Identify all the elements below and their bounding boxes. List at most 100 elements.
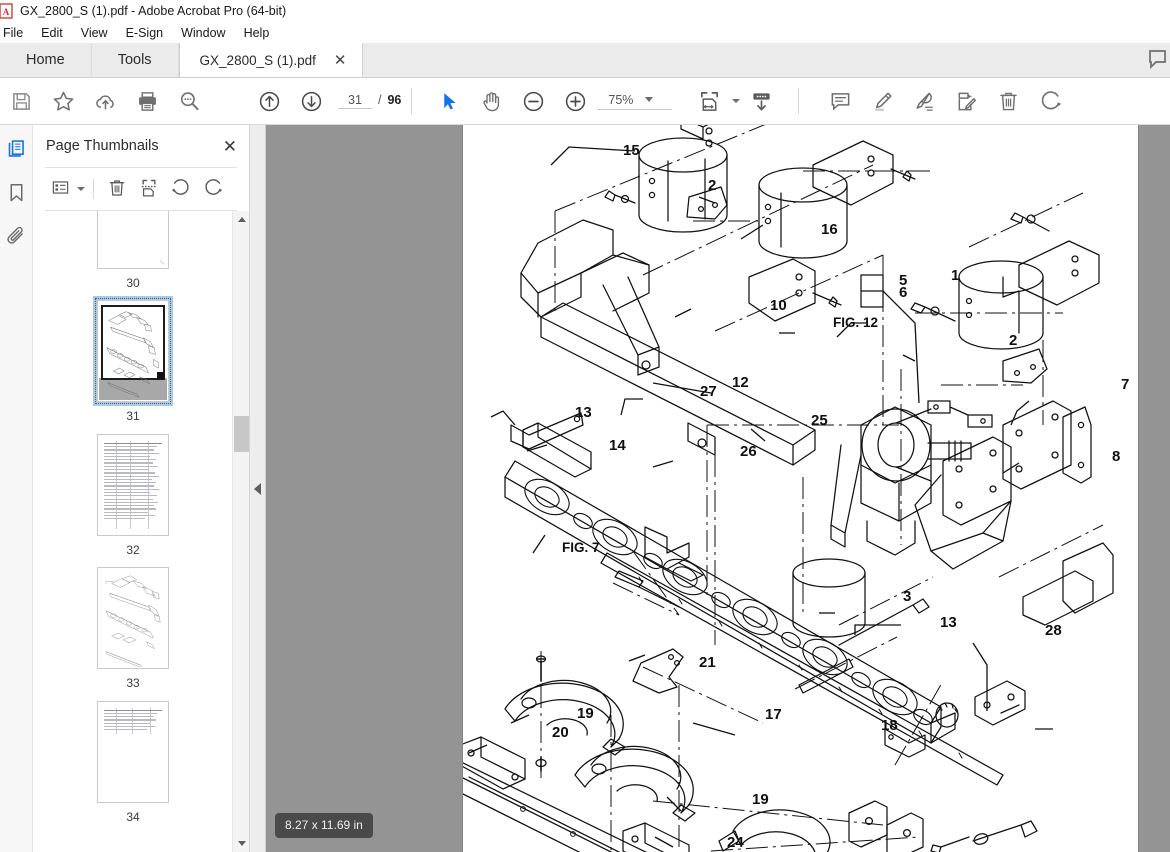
- add-to-favorites-button[interactable]: [42, 81, 84, 121]
- toolbar-separator-1: [411, 88, 413, 114]
- panel-splitter[interactable]: [250, 125, 266, 852]
- rotate-ccw-icon: [171, 178, 191, 201]
- list-item[interactable]: 31: [93, 296, 173, 423]
- paperclip-icon: [6, 226, 27, 250]
- zoom-in-button[interactable]: [554, 81, 596, 121]
- list-item[interactable]: 33: [93, 563, 173, 690]
- thumbnail-size-options-button[interactable]: [45, 175, 85, 203]
- svg-text:A: A: [3, 7, 10, 17]
- toolbar-separator-2: [798, 88, 800, 114]
- fit-page-button[interactable]: [688, 81, 741, 121]
- chevron-down-icon: [237, 841, 246, 846]
- previous-page-button[interactable]: [248, 81, 290, 121]
- page-separator: /: [378, 93, 382, 107]
- tab-tools[interactable]: Tools: [92, 43, 179, 77]
- main-toolbar: 31 / 96 75%: [0, 78, 1170, 125]
- scroll-down-button[interactable]: [233, 835, 249, 852]
- rotate-clockwise-button[interactable]: [198, 175, 228, 203]
- page-scroll-down-icon: [750, 90, 773, 113]
- floppy-save-icon: [11, 91, 32, 112]
- save-button[interactable]: [0, 81, 42, 121]
- bookmarks-rail-button[interactable]: [2, 179, 30, 209]
- print-button[interactable]: [126, 81, 168, 121]
- thumbnails-scrollbar[interactable]: [232, 211, 249, 852]
- scroll-mode-button[interactable]: [740, 81, 782, 121]
- callout-number: 6: [899, 284, 907, 301]
- rotate-counterclockwise-button[interactable]: [166, 175, 196, 203]
- plus-circle-icon: [564, 90, 587, 113]
- trash-can-icon: [997, 90, 1020, 113]
- add-comment-button[interactable]: [819, 81, 861, 121]
- figure-reference-label: FIG. 7: [562, 540, 600, 555]
- tab-home[interactable]: Home: [0, 43, 92, 77]
- collapse-panel-icon[interactable]: [254, 482, 261, 495]
- thumbnails-scroll-area[interactable]: 30 31 32 33 34: [33, 211, 249, 852]
- list-item[interactable]: 32: [93, 430, 173, 557]
- comment-panel-icon[interactable]: [1146, 48, 1168, 73]
- list-item[interactable]: 34: [93, 697, 173, 824]
- cloud-upload-icon: [94, 90, 117, 113]
- title-bar: A GX_2800_S (1).pdf - Adobe Acrobat Pro …: [0, 0, 1170, 22]
- chevron-down-icon[interactable]: [645, 97, 654, 102]
- page-number-input[interactable]: 31: [338, 93, 372, 109]
- thumbnail-page-number: 34: [126, 809, 140, 824]
- chevron-down-icon[interactable]: [732, 99, 741, 103]
- highlight-text-button[interactable]: [861, 81, 903, 121]
- document-viewer[interactable]: 15 2 16 1 5 6 2 10 7 12 27 25 8 13 14 26 3 13 28 21 19 17 18 20…: [266, 125, 1170, 852]
- zoom-level-value: 75%: [608, 92, 634, 107]
- select-tool-button[interactable]: [428, 81, 470, 121]
- extract-pages-icon: [139, 178, 159, 201]
- figure-reference-label: FIG. 12: [833, 315, 878, 330]
- hand-tool-button[interactable]: [470, 81, 512, 121]
- delete-pages-button[interactable]: [987, 81, 1029, 121]
- draw-freehand-button[interactable]: [903, 81, 945, 121]
- acrobat-window: A GX_2800_S (1).pdf - Adobe Acrobat Pro …: [0, 0, 1170, 852]
- search-magnifier-icon: [178, 90, 201, 113]
- cursor-arrow-icon: [439, 91, 460, 112]
- menu-help[interactable]: Help: [235, 24, 279, 42]
- page-navigation: 31 / 96: [338, 93, 401, 109]
- thumbnail-frame[interactable]: [93, 563, 173, 673]
- chevron-down-icon[interactable]: [77, 187, 85, 191]
- thumbnail-frame[interactable]: [93, 697, 173, 807]
- delete-page-button[interactable]: [102, 175, 132, 203]
- callout-labels: 15216156210712272581314 26313 282119 171820…: [552, 142, 1129, 851]
- menu-edit[interactable]: Edit: [32, 24, 72, 42]
- search-button[interactable]: [168, 81, 210, 121]
- close-icon[interactable]: ✕: [332, 53, 349, 68]
- thumbnail-frame-selected[interactable]: [93, 296, 173, 407]
- zoom-out-button[interactable]: [512, 81, 554, 121]
- upload-to-cloud-button[interactable]: [84, 81, 126, 121]
- menu-window[interactable]: Window: [172, 24, 234, 42]
- hand-icon: [480, 90, 503, 113]
- callout-number: 13: [575, 404, 592, 421]
- zoom-level-selector[interactable]: 75%: [598, 92, 673, 110]
- thumbnail-frame[interactable]: [93, 430, 173, 540]
- scrollbar-thumb[interactable]: [234, 416, 249, 452]
- scroll-up-button[interactable]: [233, 211, 249, 228]
- menu-view[interactable]: View: [72, 24, 117, 42]
- attachments-rail-button[interactable]: [2, 223, 30, 253]
- extract-pages-button[interactable]: [134, 175, 164, 203]
- callout-number: 13: [940, 614, 957, 631]
- page-thumbnails-rail-button[interactable]: [2, 135, 30, 165]
- rotate-page-button[interactable]: [1029, 81, 1071, 121]
- fill-and-sign-button[interactable]: [945, 81, 987, 121]
- tab-document[interactable]: GX_2800_S (1).pdf ✕: [178, 43, 364, 77]
- list-options-icon: [51, 178, 70, 200]
- tab-strip: Home Tools GX_2800_S (1).pdf ✕: [0, 43, 1170, 78]
- callout-number: 7: [1121, 376, 1129, 393]
- list-item[interactable]: 30: [93, 211, 173, 290]
- exploded-diagram-art: [106, 311, 159, 399]
- page-thumbnails-panel: Page Thumbnails ✕ 30 31 32 33 34: [33, 125, 250, 852]
- close-icon[interactable]: ✕: [223, 138, 237, 155]
- next-page-button[interactable]: [290, 81, 332, 121]
- thumbnail-page-number: 30: [126, 276, 140, 290]
- menu-file[interactable]: File: [0, 24, 32, 42]
- callout-number: 21: [699, 654, 716, 671]
- blank-page-art: [159, 260, 165, 265]
- thumbnail-frame[interactable]: [93, 211, 173, 273]
- trash-can-icon: [107, 178, 127, 201]
- pdf-page-canvas: 15 2 16 1 5 6 2 10 7 12 27 25 8 13 14 26 3 13 28 21 19 17 18 20…: [463, 125, 1138, 852]
- menu-esign[interactable]: E-Sign: [117, 24, 173, 42]
